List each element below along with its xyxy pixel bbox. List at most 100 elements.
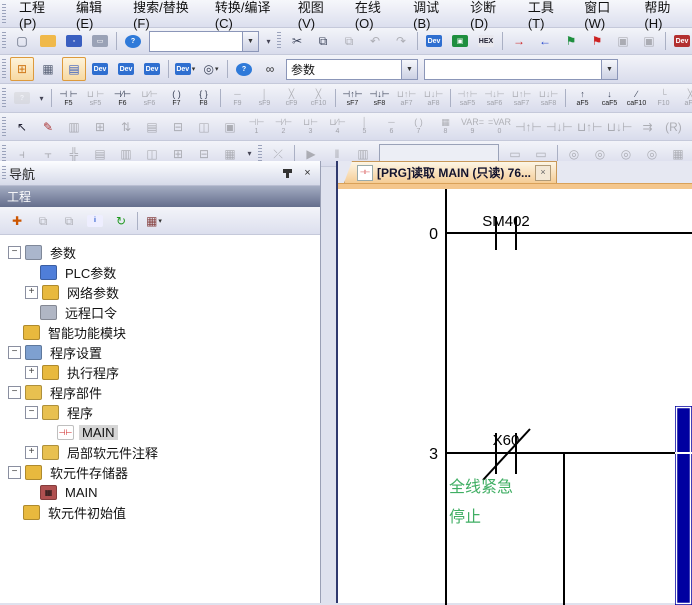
data-info-icon[interactable]: i — [83, 209, 107, 233]
sort-filter-icon[interactable]: ▦▾ — [142, 209, 166, 233]
toolbar-grip — [2, 59, 6, 79]
tree-item-pou[interactable]: −程序部件 — [0, 382, 320, 402]
tree-item-intelligent-module[interactable]: 智能功能模块 — [0, 322, 320, 342]
tree-item-main[interactable]: ⊣⊢MAIN — [0, 422, 320, 442]
tree-item-exec-program[interactable]: +执行程序 — [0, 362, 320, 382]
device-search-icon[interactable]: ◎▾ — [199, 57, 223, 81]
device-tree-icon[interactable]: Dev — [140, 57, 164, 81]
toolbar-overflow[interactable]: ▾ — [262, 31, 275, 51]
pulse-down-contact-icon[interactable]: ⊣↓⊢sF8 — [366, 85, 393, 112]
invert-result-icon[interactable]: ∕caF10 — [623, 85, 650, 112]
find-binoculars-icon[interactable]: ∞ — [258, 57, 282, 81]
toolbar-separator — [51, 89, 52, 107]
help2-icon[interactable]: ? — [232, 57, 256, 81]
tree-expander-icon[interactable]: + — [25, 366, 38, 379]
device-comment-icon[interactable]: Dev — [88, 57, 112, 81]
ladder-canvas[interactable]: 0 SM402 3 X60 全线紧急 停止 — [338, 189, 692, 603]
open-contact-icon[interactable]: ⊣ ⊢F5 — [55, 85, 82, 112]
project-section-header: 工程 — [0, 186, 320, 207]
tree-expander-spacer — [25, 487, 36, 498]
module-config-icon[interactable]: ▦ — [36, 57, 60, 81]
tree-item-remote-password[interactable]: 远程口令 — [0, 302, 320, 322]
project-section-label: 工程 — [7, 188, 31, 205]
tab-main-program[interactable]: ⊣⊢ [PRG]读取 MAIN (只读) 76... × — [344, 161, 557, 183]
view-toolbar: ⊞▦▤DevDevDevDev▾◎▾?∞参数▼▼ — [0, 55, 692, 84]
ladder-symbol-toolbar: ?▾⊣ ⊢F5⊔ ⊢sF5⊣∕⊢F6⊔∕⊢sF6( )F7{ }F8─F9│sF… — [0, 84, 692, 113]
tree-item-program-setting[interactable]: −程序设置 — [0, 342, 320, 362]
vertical-line-icon: │sF9 — [251, 85, 278, 112]
tree-item-plc-param[interactable]: PLC参数 — [0, 262, 320, 282]
monitor-start-icon[interactable]: ⚑ — [559, 29, 583, 53]
print-icon[interactable]: ▭ — [88, 29, 112, 53]
close-contact-icon[interactable]: ⊣∕⊢F6 — [109, 85, 136, 112]
tree-expander-spacer — [25, 267, 36, 278]
cut-icon[interactable]: ✂ — [285, 29, 309, 53]
tree-item-device-initial[interactable]: 软元件初始值 — [0, 502, 320, 522]
tree-expander-icon[interactable]: − — [25, 406, 38, 419]
program-parts-icon — [25, 385, 42, 400]
falling-pulse-icon[interactable]: ↓caF5 — [596, 85, 623, 112]
tree-item-network-param[interactable]: +网络参数 — [0, 282, 320, 302]
delete-vline-icon: ╳cF10 — [305, 85, 332, 112]
chevron-down-icon[interactable]: ▼ — [601, 60, 617, 79]
help-gray-icon: ? — [10, 86, 34, 110]
new-data-icon[interactable]: ✚ — [5, 209, 29, 233]
toolbar-overflow[interactable]: ▾ — [35, 88, 48, 108]
work-window-icon[interactable]: ▤ — [62, 57, 86, 81]
monitor-stop-icon[interactable]: ⚑ — [585, 29, 609, 53]
chevron-down-icon[interactable]: ▼ — [401, 60, 417, 79]
refresh-icon[interactable]: ↻ — [109, 209, 133, 233]
tree-item-param[interactable]: − 参数 — [0, 242, 320, 262]
tab-close-icon[interactable]: × — [535, 165, 551, 181]
pin-icon[interactable] — [280, 166, 295, 181]
num-contact-1-icon: ⊣⊢1 — [243, 113, 270, 140]
interlock-edit-icon[interactable]: ✎ — [36, 115, 60, 139]
tree-expander-spacer — [8, 327, 19, 338]
tree-item-device-memory[interactable]: −软元件存储器 — [0, 462, 320, 482]
tree-expander-icon[interactable]: + — [25, 446, 38, 459]
navigation-window-icon[interactable]: ⊞ — [10, 57, 34, 81]
close-icon[interactable]: × — [300, 166, 315, 181]
num-contact-2-icon: ⊣∕⊢2 — [270, 113, 297, 140]
device-table-icon[interactable]: Dev — [114, 57, 138, 81]
application-instruction-icon[interactable]: { }F8 — [190, 85, 217, 112]
pulse-ne-branch-down-icon: ⊔↓⊢saF8 — [535, 85, 562, 112]
contact-open-left — [495, 217, 497, 250]
select-cursor-icon[interactable]: ↖ — [10, 115, 34, 139]
pulse-up-contact-icon[interactable]: ⊣↑⊢sF7 — [339, 85, 366, 112]
screen-find-icon[interactable]: ▣ — [448, 29, 472, 53]
device-test-off-icon[interactable]: Dev — [670, 29, 692, 53]
copy-icon[interactable]: ⧉ — [311, 29, 335, 53]
project-combobox[interactable]: ▼ — [149, 31, 259, 52]
hex-find-icon[interactable]: HEX — [474, 29, 498, 53]
device-comment-line1: 全线紧急 — [449, 478, 513, 496]
rising-pulse-icon[interactable]: ↑aF5 — [569, 85, 596, 112]
chevron-down-icon[interactable]: ▼ — [242, 32, 258, 51]
read-from-plc-icon[interactable]: ← — [533, 29, 557, 53]
tree-item-program[interactable]: − 程序 — [0, 402, 320, 422]
new-file-icon[interactable]: ▢ — [10, 29, 34, 53]
undo-icon: ↶ — [363, 29, 387, 53]
local-device-comment-icon — [42, 445, 59, 460]
tree-item-device-memory-main[interactable]: ▦MAIN — [0, 482, 320, 502]
tree-expander-icon[interactable]: − — [8, 246, 21, 259]
save-icon[interactable]: ▫ — [62, 29, 86, 53]
help-icon[interactable]: ? — [121, 29, 145, 53]
write-to-plc-icon[interactable]: → — [507, 29, 531, 53]
tree-item-local-comment[interactable]: +局部软元件注释 — [0, 442, 320, 462]
tree-expander-icon[interactable]: + — [25, 286, 38, 299]
tree-expander-icon[interactable]: − — [8, 386, 21, 399]
document-tab-bar: ⊣⊢ [PRG]读取 MAIN (只读) 76... × — [338, 161, 692, 183]
coil-icon[interactable]: ( )F7 — [163, 85, 190, 112]
intelligent-module-icon — [23, 325, 40, 340]
toolbar-separator — [335, 89, 336, 107]
tree-expander-icon[interactable]: − — [8, 466, 21, 479]
find-history-combobox[interactable]: ▼ — [424, 59, 618, 80]
tree-item-label: 程序 — [64, 403, 96, 422]
find-target-combobox[interactable]: 参数▼ — [286, 59, 418, 80]
tree-expander-icon[interactable]: − — [8, 346, 21, 359]
tree-item-label: 参数 — [47, 243, 79, 262]
device-find-icon[interactable]: Dev — [422, 29, 446, 53]
open-project-icon[interactable] — [36, 29, 60, 53]
device-display-icon[interactable]: Dev▾ — [173, 57, 197, 81]
